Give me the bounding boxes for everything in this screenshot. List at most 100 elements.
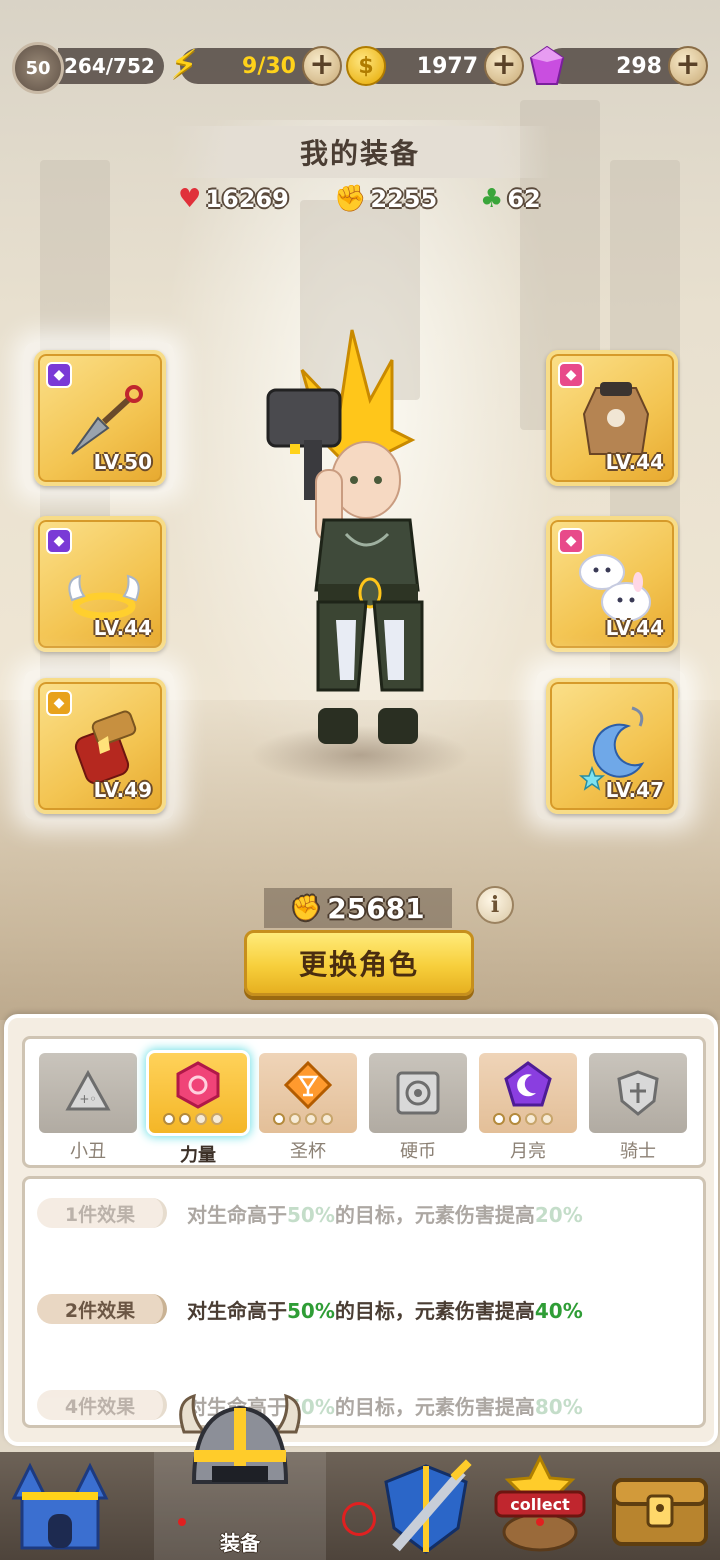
add-gold-button[interactable]: + xyxy=(484,46,524,86)
slot-card: ◆ LV.44 xyxy=(546,350,678,486)
gem-icon xyxy=(530,46,564,85)
set-tab-tile xyxy=(589,1053,687,1133)
set-tab-tile: +◦ xyxy=(39,1053,137,1133)
attack-stat: ✊ 2255 xyxy=(334,184,437,214)
set-effect-2: 2件效果 对生命高于50%的目标，元素伤害提高40% xyxy=(37,1293,583,1325)
set-tab-tile xyxy=(149,1053,247,1133)
slot-card: ◆ LV.50 xyxy=(34,350,166,486)
attack-value: 2255 xyxy=(370,185,438,213)
collect-label: collect xyxy=(510,1495,570,1514)
set-tabs: +◦ 小丑 力量 圣杯 硬币 月亮 骑士 xyxy=(22,1036,706,1168)
knight-shield-icon xyxy=(617,1070,659,1116)
equip-slot-boots[interactable]: ◆ LV.44 xyxy=(536,508,686,658)
equip-slot-gloves[interactable]: ◆ LV.49 xyxy=(24,670,174,820)
effect-description: 对生命高于50%的目标，元素伤害提高20% xyxy=(187,1202,583,1227)
player-level-badge: 50 xyxy=(12,42,64,94)
gold-coin-icon: $ xyxy=(346,46,386,86)
set-tab-label: 力量 xyxy=(180,1145,216,1166)
add-gems-button[interactable]: + xyxy=(668,46,708,86)
grail-icon xyxy=(284,1061,332,1109)
touch-indicator-ring xyxy=(342,1502,376,1536)
hp-value: 16269 xyxy=(205,185,289,213)
effect-tier-label: 2件效果 xyxy=(37,1294,167,1324)
moon-pentagon-icon xyxy=(504,1061,552,1107)
fist-icon: ✊ xyxy=(291,894,322,922)
effect-description: 对生命高于50%的目标，元素伤害提高40% xyxy=(187,1298,583,1323)
nav-battle[interactable] xyxy=(366,1452,486,1560)
gem-value: 298 xyxy=(616,53,662,79)
equip-slot-weapon[interactable]: ◆ LV.50 xyxy=(24,342,174,492)
set-tab-tile xyxy=(479,1053,577,1133)
set-tab-label: 小丑 xyxy=(70,1141,106,1162)
power-hexagon-icon xyxy=(176,1061,220,1109)
viking-helmet-icon xyxy=(179,1393,301,1484)
slot-level: LV.50 xyxy=(93,450,152,474)
nav-chest[interactable] xyxy=(600,1452,720,1560)
change-character-button[interactable]: 更换角色 xyxy=(244,930,474,996)
resource-bar: 50 264/752 ⚡ 9/30 + $ 1977 + 298 + xyxy=(0,38,720,94)
slot-level: LV.44 xyxy=(605,450,664,474)
set-tab-coin[interactable]: 硬币 xyxy=(369,1053,467,1163)
set-tab-label: 硬币 xyxy=(400,1141,436,1162)
set-progress-dots xyxy=(493,1113,553,1125)
set-effect-1: 1件效果 对生命高于50%的目标，元素伤害提高20% xyxy=(37,1197,583,1229)
clown-triangle-icon: +◦ xyxy=(65,1069,111,1111)
luck-stat: ♣ 62 xyxy=(480,184,541,214)
hp-stat: ♥ 16269 xyxy=(178,184,289,214)
gem-counter: 298 + xyxy=(544,46,708,86)
set-tab-tile xyxy=(369,1053,467,1133)
effect-tier-label: 1件效果 xyxy=(37,1198,167,1228)
set-tab-label: 月亮 xyxy=(510,1141,546,1162)
slot-level: LV.44 xyxy=(605,616,664,640)
equip-slot-armor[interactable]: ◆ LV.44 xyxy=(536,342,686,492)
svg-text:+◦: +◦ xyxy=(79,1092,96,1106)
energy-counter: 9/30 + xyxy=(180,46,342,86)
notification-dot xyxy=(536,1518,544,1526)
slot-card: LV.47 xyxy=(546,678,678,814)
equip-slot-accessory[interactable]: LV.47 xyxy=(536,670,686,820)
luck-value: 62 xyxy=(507,185,541,213)
combat-power-value: 25681 xyxy=(327,891,425,925)
slot-level: LV.47 xyxy=(605,778,664,802)
slot-card: ◆ LV.44 xyxy=(546,516,678,652)
collect-badge-icon: collect xyxy=(494,1454,586,1552)
set-tab-power[interactable]: 力量 xyxy=(149,1053,247,1166)
combat-power: ✊ 25681 xyxy=(264,888,452,928)
effect-tier-label: 4件效果 xyxy=(37,1390,167,1420)
set-tab-knight[interactable]: 骑士 xyxy=(589,1053,687,1163)
gold-value: 1977 xyxy=(416,53,478,79)
set-tab-label: 圣杯 xyxy=(290,1141,326,1162)
slot-level: LV.44 xyxy=(93,616,152,640)
set-progress-dots xyxy=(163,1113,223,1125)
nav-castle[interactable] xyxy=(0,1452,120,1560)
slot-card: ◆ LV.44 xyxy=(34,516,166,652)
notification-dot xyxy=(178,1518,186,1526)
nav-equipment[interactable]: 装备 xyxy=(154,1393,326,1560)
fist-icon: ✊ xyxy=(334,184,367,214)
clover-icon: ♣ xyxy=(480,184,504,214)
add-energy-button[interactable]: + xyxy=(302,46,342,86)
equip-slot-helmet[interactable]: ◆ LV.44 xyxy=(24,508,174,658)
page-title: 我的装备 xyxy=(170,126,550,178)
set-tab-label: 骑士 xyxy=(620,1141,656,1162)
set-effects-list: 1件效果 对生命高于50%的目标，元素伤害提高20% 2件效果 对生命高于50%… xyxy=(22,1176,706,1428)
xp-counter: 264/752 xyxy=(58,48,164,84)
set-tab-grail[interactable]: 圣杯 xyxy=(259,1053,357,1163)
nav-collect[interactable]: collect xyxy=(480,1452,600,1560)
set-tab-moon[interactable]: 月亮 xyxy=(479,1053,577,1163)
treasure-chest-icon xyxy=(612,1478,708,1546)
energy-bolt-icon: ⚡ xyxy=(170,42,199,88)
shield-sword-icon xyxy=(384,1459,472,1554)
info-button[interactable]: i xyxy=(476,886,514,924)
slot-card: ◆ LV.49 xyxy=(34,678,166,814)
heart-icon: ♥ xyxy=(178,184,202,214)
nav-equipment-label: 装备 xyxy=(220,1531,260,1555)
set-progress-dots xyxy=(273,1113,333,1125)
hero-stats: ♥ 16269 ✊ 2255 ♣ 62 xyxy=(0,184,720,220)
set-tab-clown[interactable]: +◦ 小丑 xyxy=(39,1053,137,1163)
slot-level: LV.49 xyxy=(93,778,152,802)
castle-icon xyxy=(11,1462,109,1550)
energy-value: 9/30 xyxy=(242,53,296,79)
hero-character xyxy=(266,329,424,744)
set-bonus-panel: +◦ 小丑 力量 圣杯 硬币 月亮 骑士 1件效果 对生命高于50%的目标，元素… xyxy=(4,1014,718,1446)
